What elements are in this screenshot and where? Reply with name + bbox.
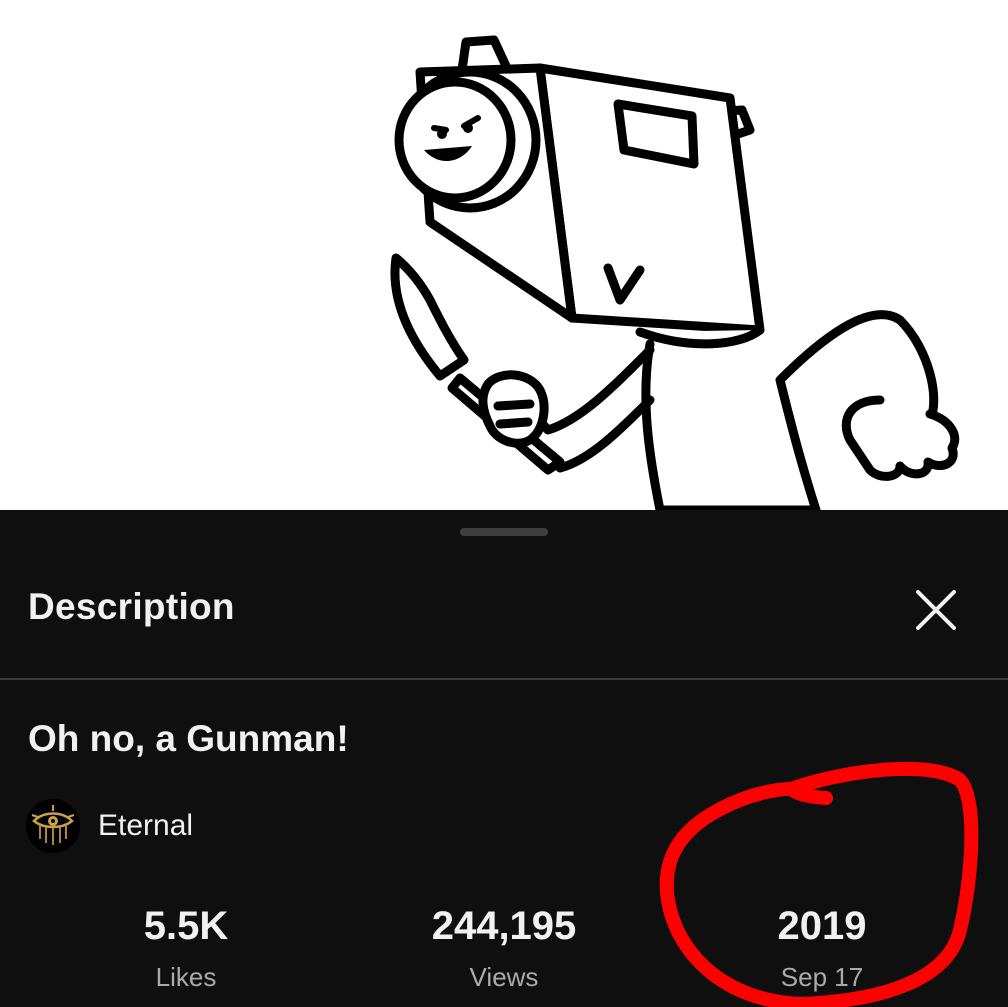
likes-stat: 5.5K Likes: [56, 902, 316, 993]
views-count: 244,195: [431, 904, 577, 948]
close-icon: [916, 590, 956, 630]
upload-date: Sep 17: [780, 962, 864, 992]
channel-name: Eternal: [98, 809, 194, 842]
panel-title: Description: [28, 586, 235, 627]
golden-eye-logo-icon: [26, 799, 80, 853]
video-frame-illustration: [390, 35, 960, 510]
close-button[interactable]: [906, 580, 966, 640]
video-title: Oh no, a Gunman!: [28, 718, 349, 759]
upload-date-stat: 2019 Sep 17: [692, 902, 952, 993]
channel-link[interactable]: Eternal: [26, 798, 193, 854]
video-player[interactable]: [0, 0, 1008, 510]
channel-avatar[interactable]: [26, 799, 80, 853]
screen: Description Oh no, a Gunman! Eternal 5.5…: [0, 0, 1008, 1007]
views-stat: 244,195 Views: [374, 902, 634, 993]
divider: [0, 678, 1008, 680]
likes-count: 5.5K: [143, 904, 229, 948]
drag-handle[interactable]: [460, 528, 548, 536]
description-panel: Description Oh no, a Gunman! Eternal 5.5…: [0, 510, 1008, 1007]
views-label: Views: [469, 962, 539, 992]
upload-year: 2019: [777, 904, 867, 948]
likes-label: Likes: [155, 962, 217, 992]
